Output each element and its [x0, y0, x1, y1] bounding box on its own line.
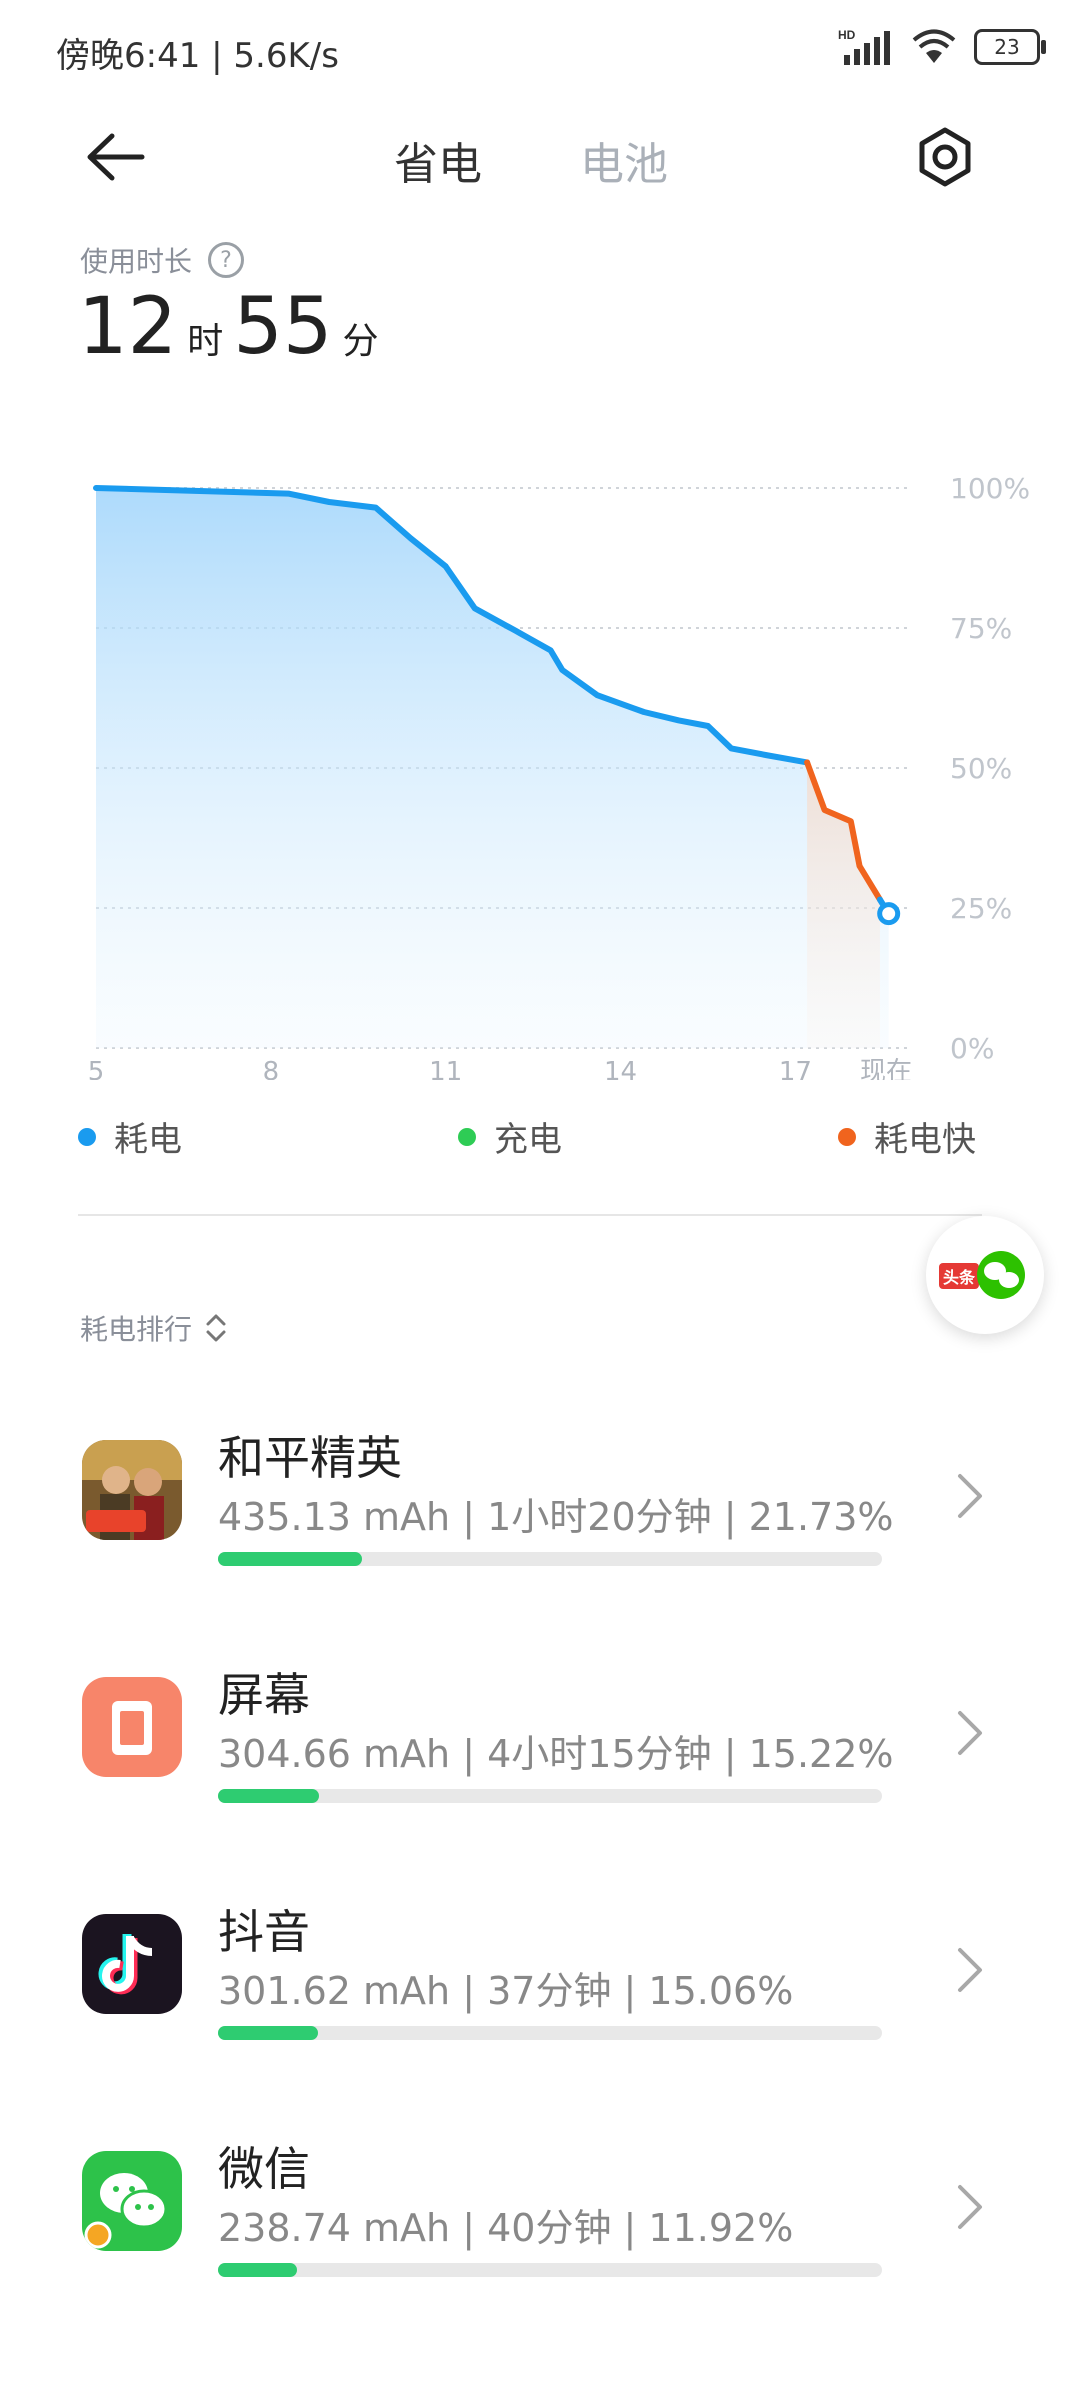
legend-charge: 充电 — [458, 1112, 562, 1161]
usage-progress-bar — [218, 1789, 882, 1803]
app-usage-detail: 435.13 mAh | 1小时20分钟 | 21.73% — [218, 1495, 894, 1539]
wechat-icon — [82, 2151, 182, 2251]
battery-level-chart[interactable]: 100% 75% 50% 25% 0% 5 8 11 14 17 现在 — [0, 440, 1080, 1080]
y-tick-label: 100% — [950, 472, 1030, 505]
legend-drain: 耗电 — [78, 1112, 182, 1161]
app-row-wechat[interactable]: 微信 238.74 mAh | 40分钟 | 11.92% — [0, 2091, 1080, 2321]
usage-progress-bar — [218, 1552, 882, 1566]
ranking-sort-button[interactable]: 耗电排行 — [80, 1308, 228, 1348]
floating-widget-icon: 头条 — [939, 1251, 1025, 1299]
x-tick-label: 5 — [88, 1057, 105, 1080]
floating-news-widget[interactable]: 头条 — [926, 1216, 1044, 1334]
app-row-douyin[interactable]: 抖音 301.62 mAh | 37分钟 | 15.06% — [0, 1854, 1080, 2084]
app-row-peace-elite[interactable]: 和平精英 435.13 mAh | 1小时20分钟 | 21.73% — [0, 1380, 1080, 1610]
usage-hours: 12 — [78, 282, 178, 372]
status-time-speed: 傍晚6:41 | 5.6K/s — [56, 36, 339, 76]
battery-icon: 23 — [974, 29, 1046, 65]
section-divider — [78, 1214, 982, 1216]
tiktok-icon — [82, 1914, 182, 2014]
floating-widget-badge: 头条 — [943, 1268, 976, 1287]
usage-hours-unit: 时 — [187, 321, 224, 362]
game-icon — [82, 1440, 182, 1540]
app-name: 微信 — [218, 2142, 310, 2196]
app-usage-detail: 301.62 mAh | 37分钟 | 15.06% — [218, 1969, 794, 2013]
chart-area-fill — [96, 488, 889, 1048]
x-tick-label: 11 — [429, 1057, 462, 1080]
tab-battery[interactable]: 电池 — [580, 128, 668, 192]
back-button[interactable] — [80, 122, 150, 192]
y-tick-label: 75% — [950, 612, 1012, 645]
app-name: 和平精英 — [218, 1431, 402, 1485]
hd-badge: HD — [838, 28, 856, 42]
status-icons: HD 23 — [838, 24, 1046, 70]
legend-fast-drain-dot — [838, 1127, 856, 1146]
usage-progress-fill — [218, 1789, 319, 1803]
chevron-right-icon — [958, 1474, 982, 1518]
settings-icon — [919, 127, 971, 187]
signal-icon: HD — [838, 28, 890, 65]
legend-fast-drain: 耗电快 — [838, 1112, 976, 1161]
app-usage-detail: 304.66 mAh | 4小时15分钟 | 15.22% — [218, 1732, 894, 1776]
y-tick-label: 0% — [950, 1032, 994, 1065]
y-tick-label: 25% — [950, 892, 1012, 925]
app-name: 屏幕 — [218, 1668, 310, 1722]
legend-drain-label: 耗电 — [114, 1120, 182, 1160]
usage-progress-fill — [218, 2026, 318, 2040]
usage-duration-value: 12 时 55 分 — [78, 282, 389, 372]
x-tick-label: 现在 — [860, 1057, 912, 1080]
usage-progress-fill — [218, 1552, 362, 1566]
wifi-icon — [912, 29, 956, 63]
help-icon[interactable]: ? — [208, 242, 245, 278]
usage-progress-fill — [218, 2263, 297, 2277]
app-usage-detail: 238.74 mAh | 40分钟 | 11.92% — [218, 2206, 794, 2250]
screen-icon — [82, 1677, 182, 1777]
x-tick-label: 14 — [604, 1057, 637, 1080]
ranking-label: 耗电排行 — [80, 1313, 193, 1346]
legend-charge-label: 充电 — [494, 1120, 562, 1160]
app-name: 抖音 — [218, 1905, 310, 1959]
usage-duration-label: 使用时长 ? — [80, 240, 245, 280]
battery-level: 23 — [994, 35, 1020, 59]
sort-toggle-icon — [206, 1314, 226, 1342]
usage-progress-bar — [218, 2026, 882, 2040]
tab-power-saving[interactable]: 省电 — [394, 128, 482, 192]
fast-drain-area — [807, 762, 880, 1048]
back-arrow-icon — [87, 133, 145, 181]
chevron-right-icon — [958, 1711, 982, 1755]
chevron-right-icon — [958, 2185, 982, 2229]
legend-charge-dot — [458, 1127, 476, 1146]
y-tick-label: 50% — [950, 752, 1012, 785]
settings-button[interactable] — [910, 122, 980, 192]
usage-label-text: 使用时长 — [80, 245, 193, 278]
usage-minutes-unit: 分 — [342, 321, 379, 362]
chevron-right-icon — [958, 1948, 982, 1992]
x-tick-label: 17 — [779, 1057, 812, 1080]
x-tick-label: 8 — [263, 1057, 280, 1080]
app-row-screen[interactable]: 屏幕 304.66 mAh | 4小时15分钟 | 15.22% — [0, 1617, 1080, 1847]
legend-drain-dot — [78, 1127, 96, 1146]
usage-minutes: 55 — [233, 282, 333, 372]
legend-fast-drain-label: 耗电快 — [874, 1120, 976, 1160]
current-level-marker — [877, 902, 901, 926]
usage-progress-bar — [218, 2263, 882, 2277]
